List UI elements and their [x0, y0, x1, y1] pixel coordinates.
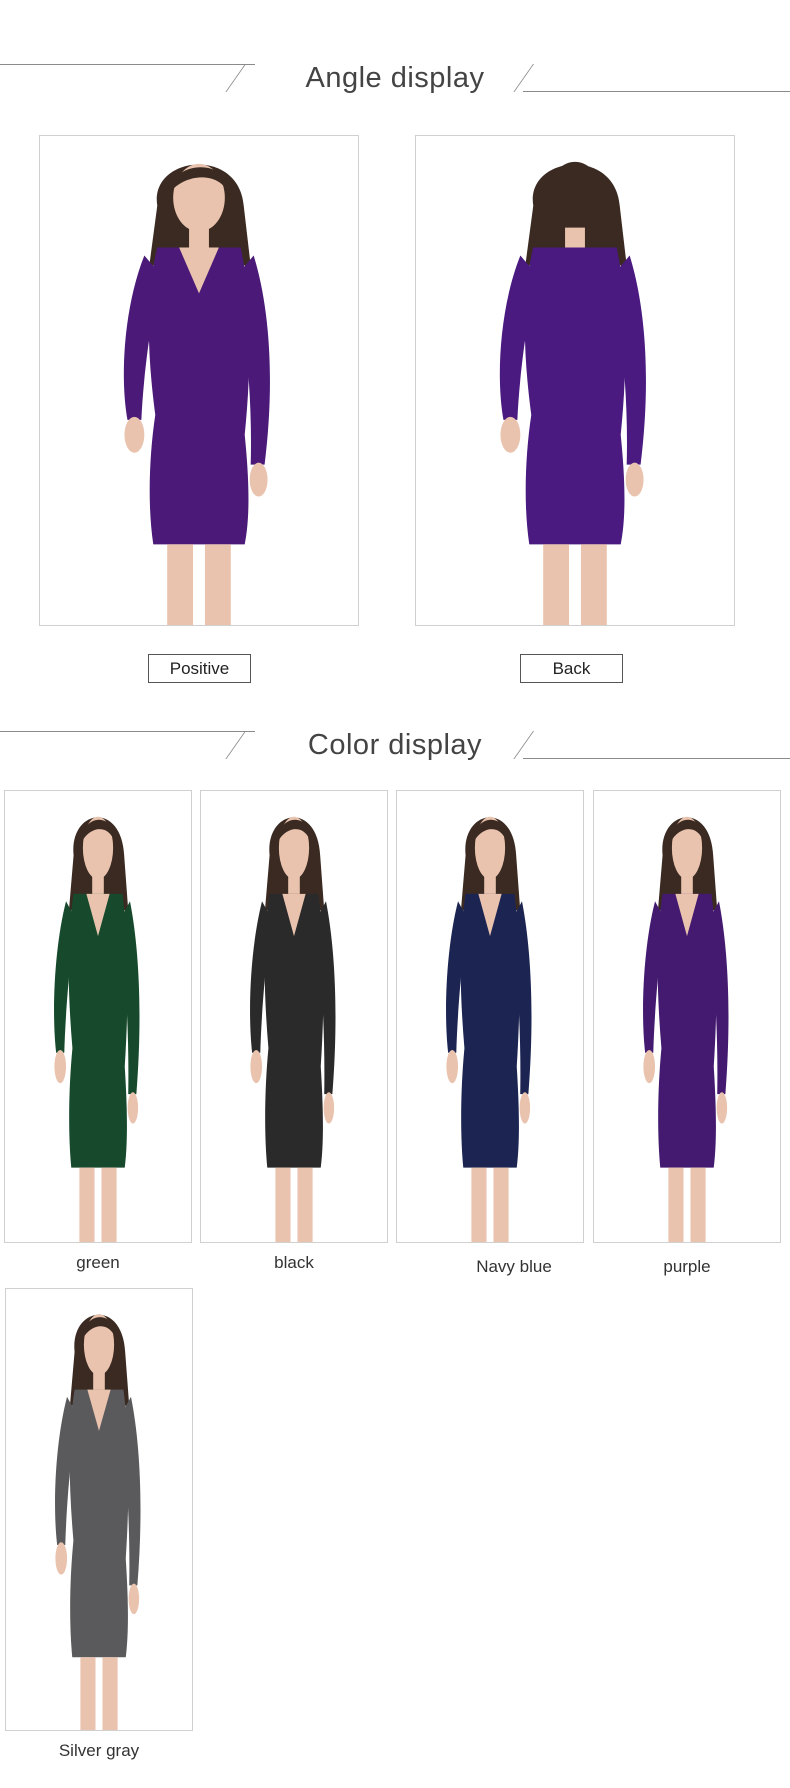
right-hand	[716, 1092, 728, 1124]
neck	[484, 875, 496, 896]
header-rule-right	[523, 91, 790, 92]
left-hand	[643, 1050, 656, 1084]
right-leg	[204, 544, 231, 625]
silver-gray-variant-label: Silver gray	[58, 1741, 140, 1760]
purple-variant-photo[interactable]	[593, 790, 781, 1243]
neck	[92, 875, 104, 896]
right-leg	[493, 1167, 509, 1242]
model-figure	[499, 161, 646, 625]
right-hand	[519, 1092, 531, 1124]
navy-blue-variant-label: Navy blue	[476, 1257, 552, 1276]
right-leg	[101, 1167, 117, 1242]
right-leg	[297, 1167, 313, 1242]
silver-gray-variant-photo[interactable]	[5, 1288, 193, 1731]
right-leg	[580, 544, 607, 625]
right-hand	[127, 1092, 139, 1124]
left-leg	[167, 544, 194, 625]
positive-view-button[interactable]: Positive	[148, 654, 251, 683]
left-leg	[79, 1167, 95, 1242]
neck	[681, 875, 693, 896]
left-hand	[124, 416, 145, 453]
neck	[565, 227, 585, 250]
model-figure	[54, 816, 140, 1242]
model-figure	[446, 816, 532, 1242]
purple-variant-label: purple	[663, 1257, 711, 1276]
green-variant-label: green	[76, 1253, 120, 1272]
model-figure	[55, 1314, 141, 1730]
header-rule-right	[523, 758, 790, 759]
green-variant-photo[interactable]	[4, 790, 192, 1243]
right-leg	[690, 1167, 706, 1242]
model-figure	[643, 816, 729, 1242]
model-figure	[250, 816, 336, 1242]
neck	[189, 227, 209, 250]
black-variant-photo[interactable]	[200, 790, 388, 1243]
head-back	[547, 161, 603, 234]
dress	[524, 247, 626, 545]
neck	[288, 875, 300, 896]
navy-blue-variant-photo[interactable]	[396, 790, 584, 1243]
right-hand	[128, 1583, 140, 1615]
left-hand	[250, 1050, 263, 1084]
left-hand	[55, 1542, 68, 1575]
left-leg	[471, 1167, 487, 1242]
left-leg	[80, 1657, 96, 1730]
back-view-button[interactable]: Back	[520, 654, 623, 683]
left-leg	[543, 544, 570, 625]
right-leg	[102, 1657, 118, 1730]
back-view-photo	[415, 135, 735, 626]
neck	[93, 1371, 105, 1392]
left-hand	[54, 1050, 67, 1084]
front-view-photo	[39, 135, 359, 626]
left-hand	[500, 416, 521, 453]
right-hand	[249, 462, 268, 497]
left-leg	[668, 1167, 684, 1242]
angle-section-header: Angle display	[0, 54, 790, 114]
color-section-header: Color display	[0, 721, 790, 781]
right-hand	[625, 462, 644, 497]
left-hand	[446, 1050, 459, 1084]
model-figure	[123, 163, 270, 625]
left-leg	[275, 1167, 291, 1242]
black-variant-label: black	[274, 1253, 314, 1272]
right-hand	[323, 1092, 335, 1124]
